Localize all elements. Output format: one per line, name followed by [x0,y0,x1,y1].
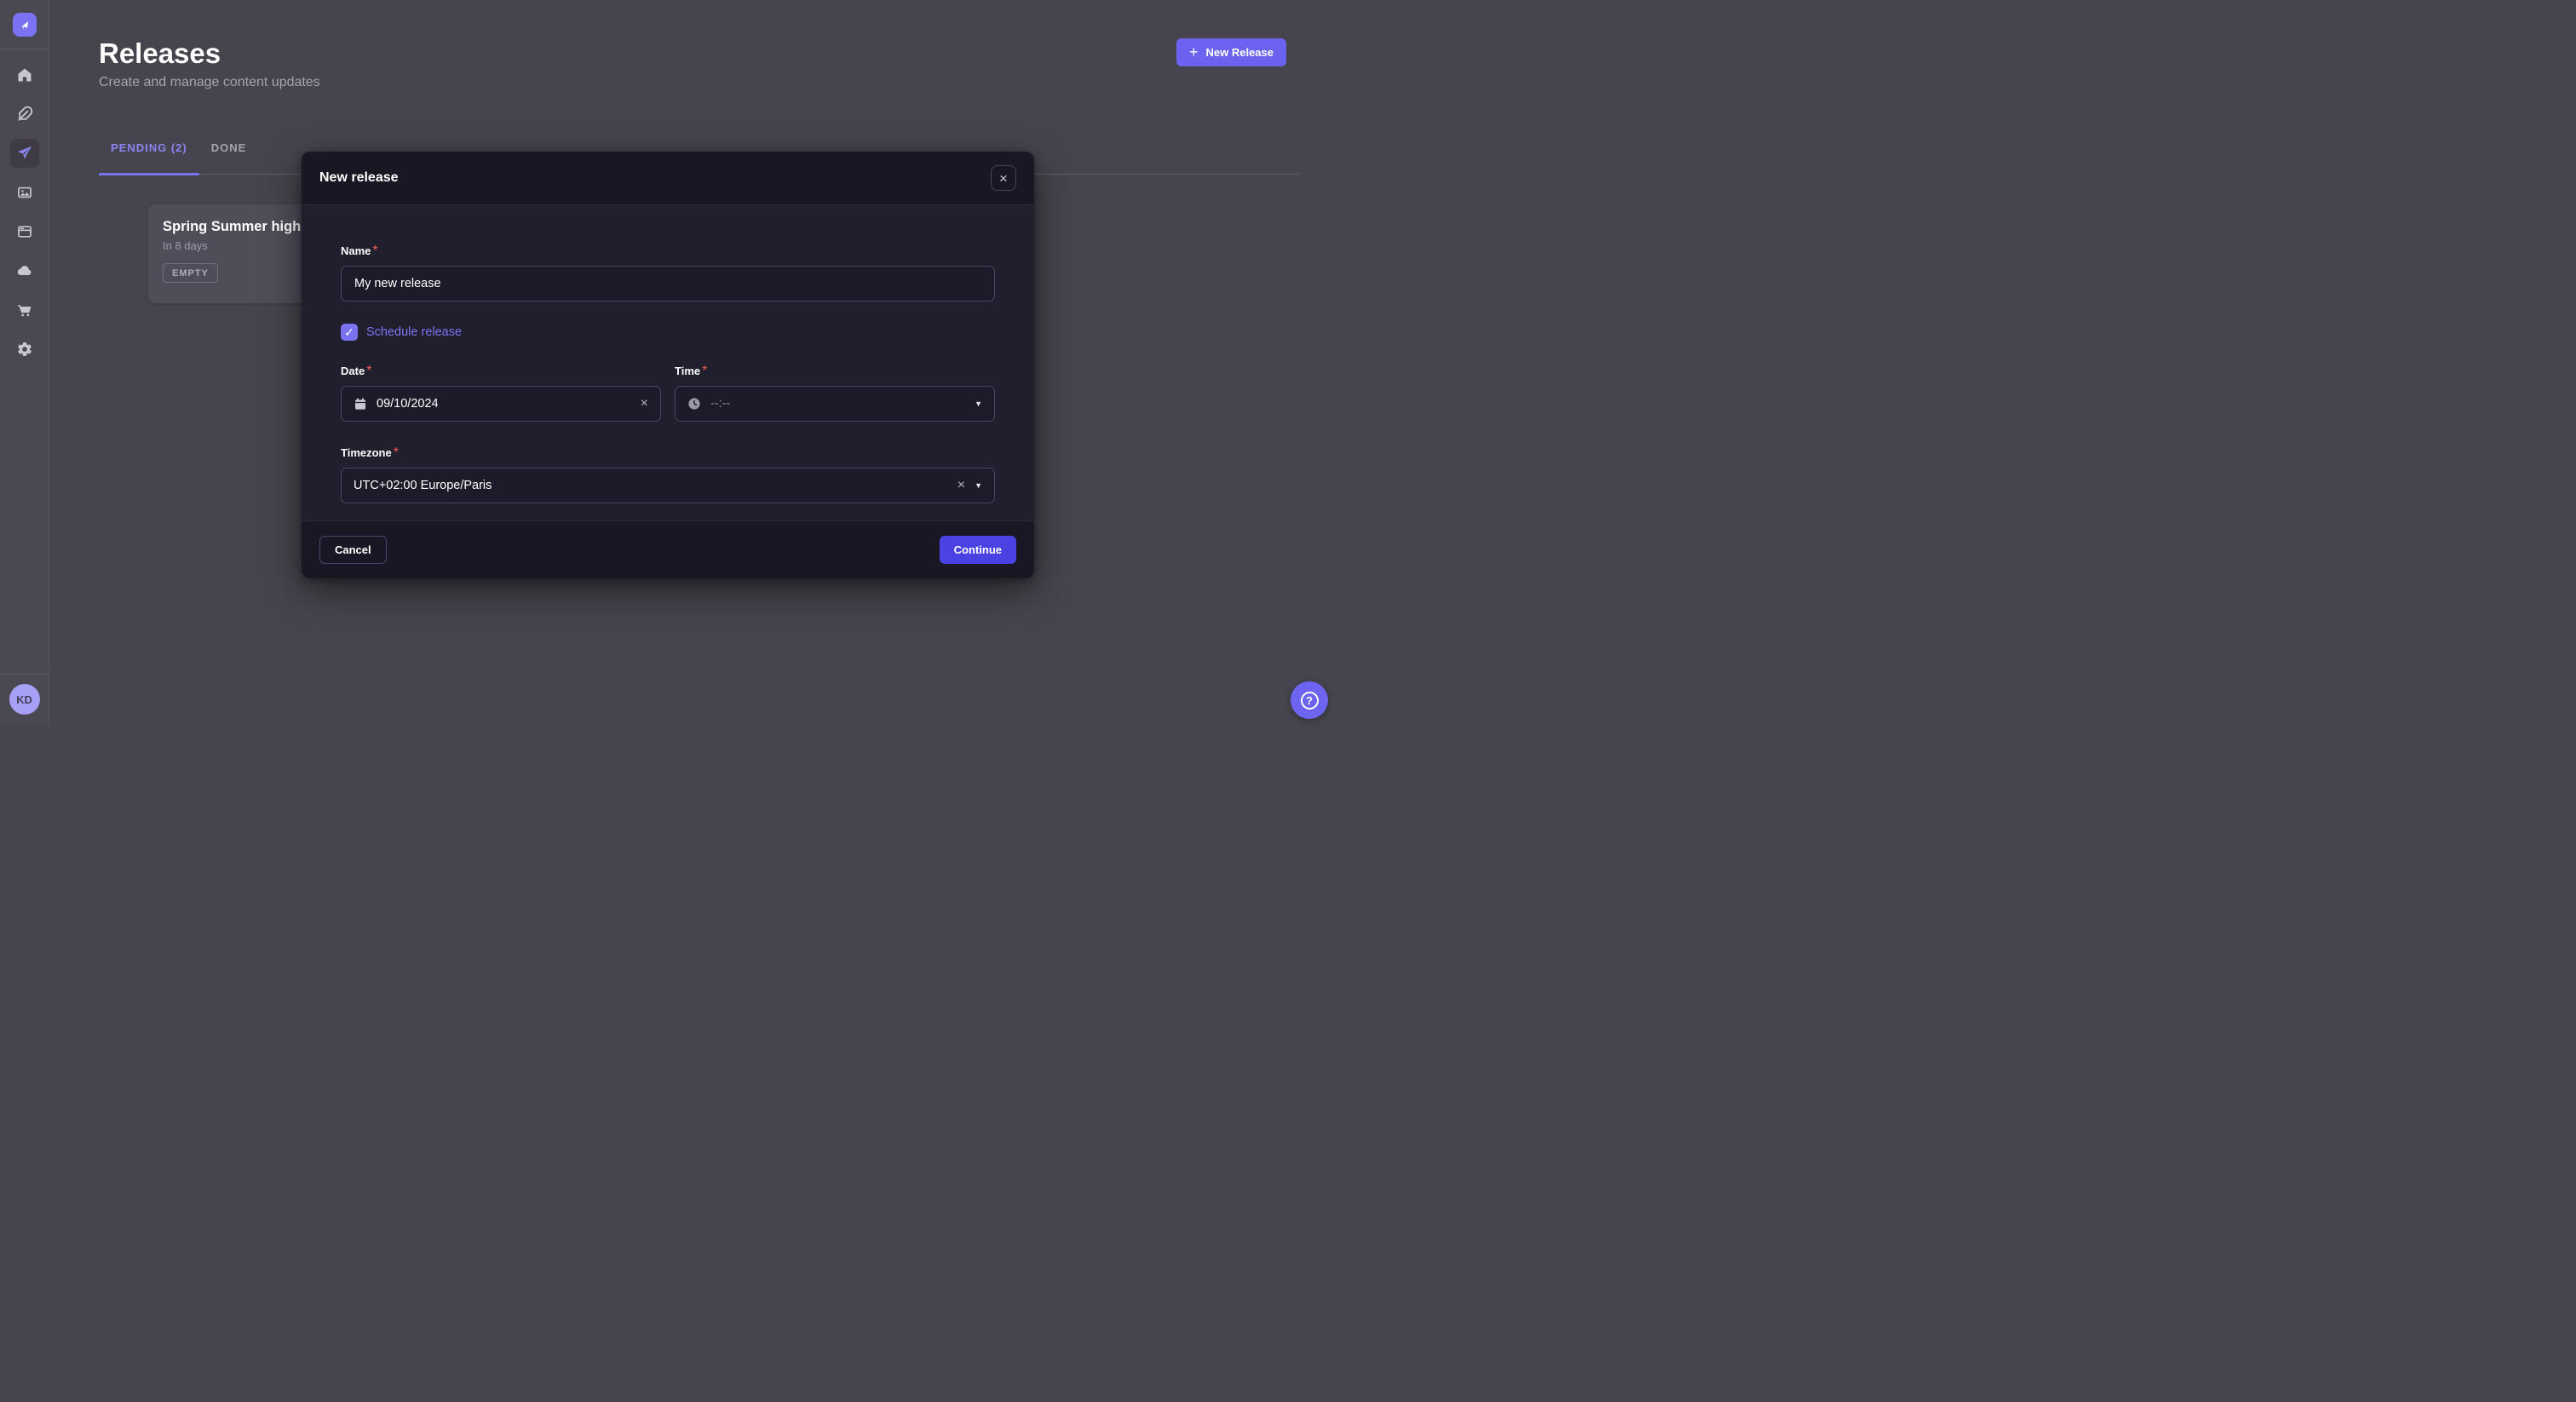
media-gallery-icon [16,184,33,201]
layout-icon [16,223,33,240]
plus-icon: + [1189,44,1199,60]
schedule-release-toggle[interactable]: ✓ Schedule release [341,324,995,341]
name-label: Name [341,244,371,257]
modal-footer: Cancel Continue [302,520,1034,578]
time-field-block: Time* ▼ [675,364,995,422]
name-input[interactable] [341,266,995,302]
calendar-icon [354,397,367,411]
timezone-required-mark: * [394,445,399,460]
logo-container [0,0,49,49]
sidebar-item-pages[interactable] [10,217,39,246]
close-button[interactable]: × [991,165,1016,191]
sidebar-item-settings[interactable] [10,335,39,364]
time-required-mark: * [702,364,707,378]
new-release-button[interactable]: + New Release [1176,38,1286,66]
timezone-input[interactable] [354,479,948,492]
clear-x-icon: × [641,397,648,411]
name-required-mark: * [372,244,377,258]
sidebar: KD [0,0,49,727]
release-card-status-badge: EMPTY [163,263,218,283]
chevron-down-icon: ▼ [975,482,982,490]
cart-icon [16,302,33,319]
date-required-mark: * [366,364,371,378]
sidebar-item-content[interactable] [10,100,39,129]
feather-icon [16,106,33,123]
page-title: Releases [99,37,221,70]
date-input-shell: × [341,386,661,422]
tab-done[interactable]: DONE [199,136,259,174]
sidebar-item-media[interactable] [10,178,39,207]
modal-header: New release × [302,152,1034,205]
sidebar-nav [10,60,39,364]
cloud-icon [16,262,33,279]
sidebar-footer: KD [0,674,49,727]
plane-logo-icon [17,17,32,32]
help-button[interactable]: ? [1291,681,1328,719]
schedule-release-label: Schedule release [366,325,462,339]
tab-pending[interactable]: PENDING (2) [99,136,199,174]
name-field-block: Name* [341,244,995,302]
cancel-button[interactable]: Cancel [319,536,387,564]
time-label: Time [675,365,700,377]
sidebar-item-cloud[interactable] [10,256,39,285]
continue-button[interactable]: Continue [940,536,1016,564]
date-clear-button[interactable]: × [641,397,648,411]
app-logo-button[interactable] [13,13,37,37]
date-input[interactable] [377,397,631,411]
question-circle-icon: ? [1301,692,1319,710]
timezone-field-block: Timezone* × ▼ [341,445,995,503]
checkbox-checked-icon[interactable]: ✓ [341,324,358,341]
avatar[interactable]: KD [9,684,40,715]
timezone-label: Timezone [341,446,392,459]
home-icon [16,66,33,83]
time-input-shell: ▼ [675,386,995,422]
new-release-button-label: New Release [1206,46,1274,59]
time-input[interactable] [710,397,965,411]
date-time-row: Date* × [341,364,995,422]
date-label: Date [341,365,365,377]
date-field-block: Date* × [341,364,661,422]
sidebar-item-home[interactable] [10,60,39,89]
chevron-down-icon: ▼ [975,400,982,408]
timezone-input-shell: × ▼ [341,468,995,503]
gear-icon [16,341,33,358]
new-release-modal: New release × Name* ✓ Schedule release D… [302,152,1034,578]
timezone-dropdown-button[interactable]: ▼ [975,482,982,490]
timezone-clear-button[interactable]: × [957,479,965,492]
close-icon: × [999,171,1008,186]
page-subtitle: Create and manage content updates [99,75,320,90]
send-icon [16,145,33,162]
modal-body: Name* ✓ Schedule release Date* [302,205,1034,520]
sidebar-item-shop[interactable] [10,296,39,325]
sidebar-item-releases[interactable] [10,139,39,168]
modal-title: New release [319,170,399,186]
time-dropdown-button[interactable]: ▼ [975,400,982,408]
clear-x-icon: × [957,479,965,492]
clock-icon [687,397,701,411]
